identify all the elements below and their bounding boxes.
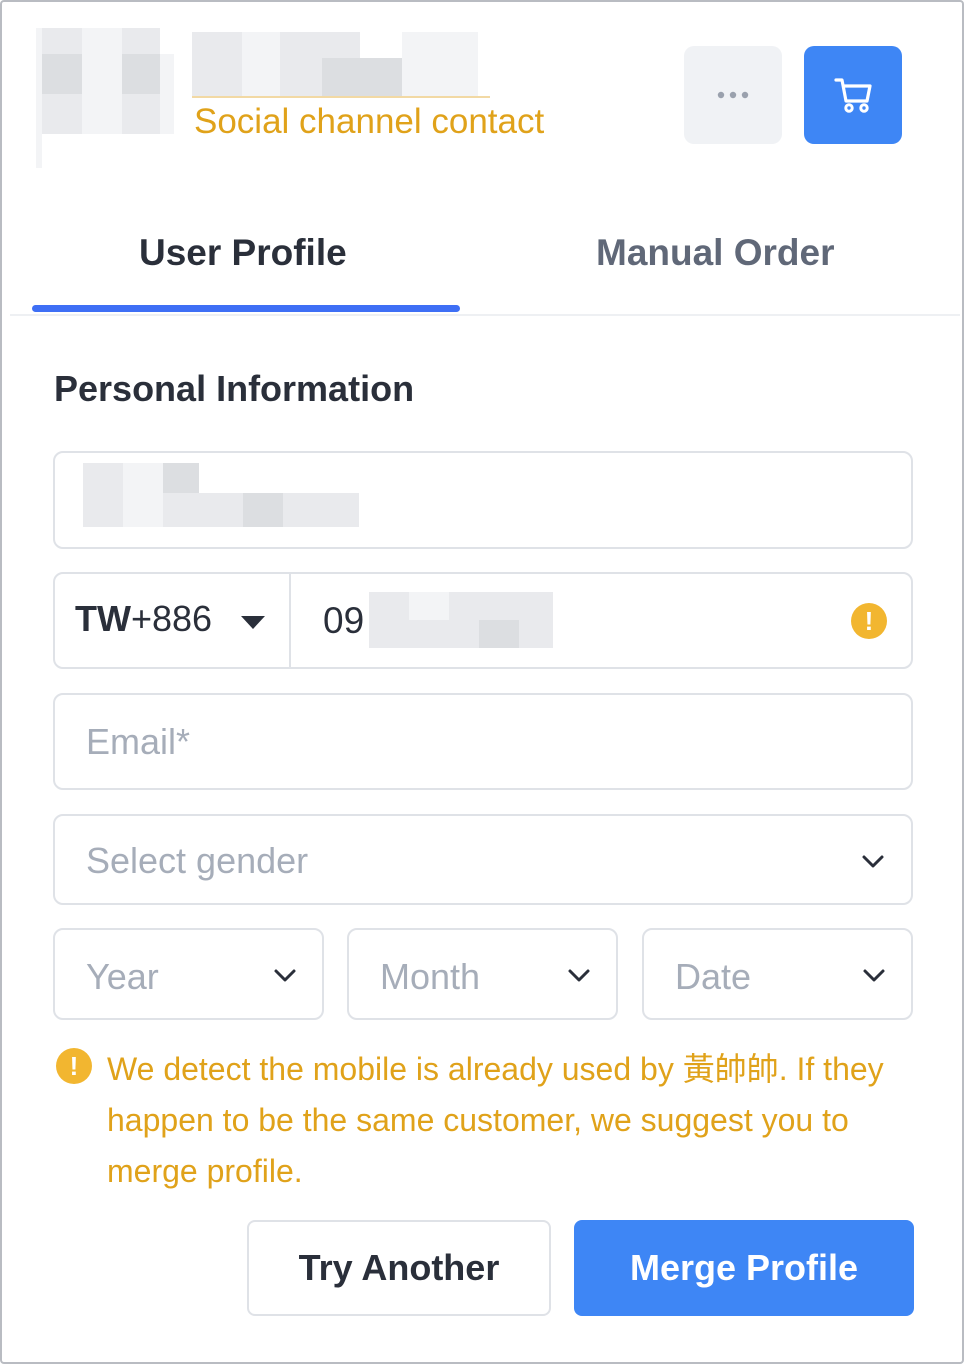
country-code: TW xyxy=(75,598,131,639)
tab-manual-order[interactable]: Manual Order xyxy=(596,232,835,274)
date-select[interactable]: Date xyxy=(642,928,913,1020)
chevron-down-icon xyxy=(863,969,885,982)
duplicate-mobile-warning: We detect the mobile is already used by … xyxy=(107,1051,884,1189)
tab-divider xyxy=(10,314,960,316)
chevron-down-icon xyxy=(568,969,590,982)
tab-bar: User Profile Manual Order xyxy=(10,202,960,317)
gender-select[interactable]: Select gender xyxy=(53,814,913,905)
ellipsis-icon xyxy=(717,91,749,99)
warning-icon: ! xyxy=(56,1048,92,1084)
chevron-down-icon xyxy=(862,855,884,868)
exclamation-circle-icon: ! xyxy=(851,603,887,639)
phone-field: TW+886 09 ! xyxy=(53,572,913,669)
year-placeholder: Year xyxy=(86,956,159,997)
phone-number-prefix: 09 xyxy=(323,600,365,641)
active-tab-indicator xyxy=(32,305,460,312)
shopping-cart-icon xyxy=(834,78,872,113)
year-select[interactable]: Year xyxy=(53,928,324,1020)
cart-button[interactable] xyxy=(804,46,902,144)
email-field[interactable]: Email* xyxy=(53,693,913,790)
gender-placeholder: Select gender xyxy=(86,840,309,881)
phone-number-input[interactable]: 09 xyxy=(291,574,851,667)
date-placeholder: Date xyxy=(675,956,752,997)
name-field[interactable] xyxy=(53,451,913,549)
email-placeholder: Email* xyxy=(86,721,191,762)
merge-profile-button[interactable]: Merge Profile xyxy=(574,1220,914,1316)
dial-code: +886 xyxy=(130,598,213,639)
country-code-select[interactable]: TW+886 xyxy=(55,574,291,667)
more-options-button[interactable] xyxy=(684,46,782,144)
try-another-button[interactable]: Try Another xyxy=(247,1220,551,1316)
caret-down-icon xyxy=(241,616,265,629)
tab-user-profile[interactable]: User Profile xyxy=(139,232,347,274)
section-title: Personal Information xyxy=(54,368,415,409)
chevron-down-icon xyxy=(274,969,296,982)
month-select[interactable]: Month xyxy=(347,928,618,1020)
month-placeholder: Month xyxy=(380,956,481,997)
contact-panel: Social channel contact User Profile Manu… xyxy=(0,0,964,1364)
contact-type-label: Social channel contact xyxy=(194,102,545,141)
